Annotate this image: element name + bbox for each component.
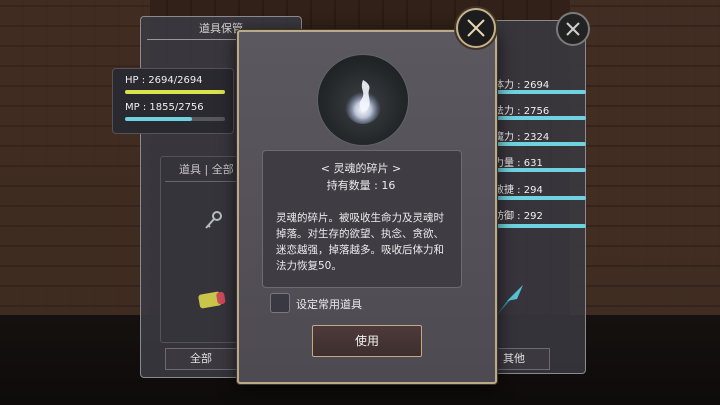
stat-defense: 防御 : 292	[494, 211, 543, 222]
use-item-button[interactable]: 使用	[312, 325, 422, 357]
stat-agility: 敏捷 : 294	[494, 185, 543, 196]
stat-strength: 力量 : 631	[494, 158, 543, 169]
stat-magic-bar	[494, 142, 586, 146]
favorite-item-label[interactable]: 设定常用道具	[296, 296, 362, 312]
rear-close-button[interactable]	[556, 12, 590, 46]
stat-magic: 魔力 : 2324	[494, 132, 550, 143]
soul-flame-icon	[345, 80, 381, 124]
stat-strength-bar	[494, 168, 586, 172]
stat-mana: 法力 : 2756	[494, 106, 550, 117]
scroll-icon[interactable]	[195, 287, 229, 313]
hp-bar-fill	[125, 90, 225, 94]
favorite-item-checkbox[interactable]	[270, 293, 290, 313]
inventory-tabs[interactable]: 道具 | 全部	[161, 161, 241, 177]
dialog-close-button[interactable]	[456, 8, 496, 48]
mp-bar	[125, 117, 225, 121]
item-quantity: 持有数量 : 16	[326, 179, 396, 192]
item-icon-frame	[317, 54, 409, 146]
hp-bar	[125, 90, 225, 94]
mp-label: MP : 1855/2756	[125, 102, 204, 113]
stat-stamina: 体力 : 2694	[494, 80, 550, 91]
close-icon	[467, 19, 485, 37]
hp-mp-box: HP : 2694/2694 MP : 1855/2756	[112, 68, 234, 134]
close-icon	[566, 22, 580, 36]
stat-agility-bar	[494, 196, 586, 200]
item-description: 灵魂的碎片。被吸收生命力及灵魂时掉落。对生存的欲望、执念、贪欲、迷恋越强，掉落越…	[276, 212, 444, 272]
inventory-panel: 道具 | 全部	[160, 156, 242, 343]
mp-bar-fill	[125, 117, 193, 121]
stat-stamina-bar	[494, 90, 586, 94]
stat-defense-bar	[494, 224, 586, 228]
hp-label: HP : 2694/2694	[125, 75, 203, 86]
key-icon[interactable]	[201, 209, 225, 233]
item-name: < 灵魂的碎片 >	[320, 162, 402, 175]
all-filter-button[interactable]: 全部	[165, 348, 237, 370]
inventory-divider	[165, 181, 237, 182]
stat-mana-bar	[494, 116, 586, 120]
